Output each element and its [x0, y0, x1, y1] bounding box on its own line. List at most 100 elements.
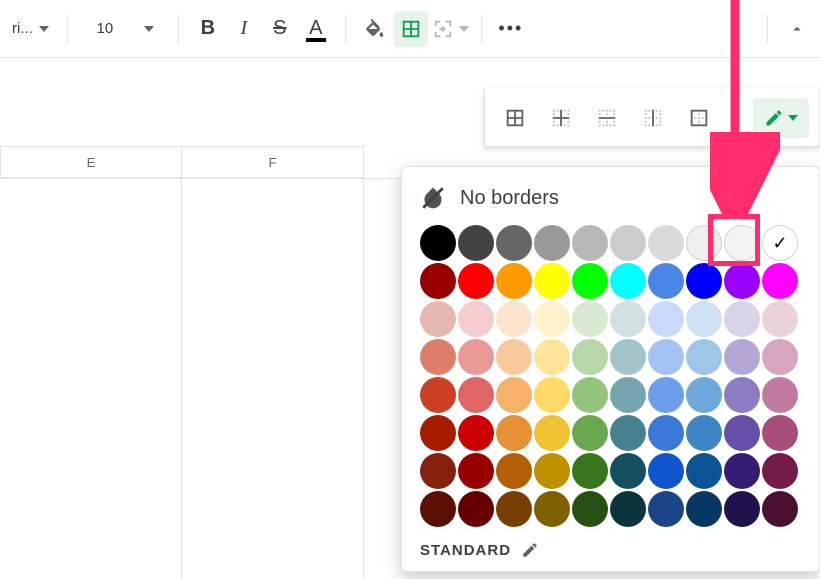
color-swatch[interactable]: [420, 491, 456, 527]
color-swatch[interactable]: [724, 263, 760, 299]
color-swatch[interactable]: [762, 301, 798, 337]
color-swatch[interactable]: [458, 453, 494, 489]
color-swatch[interactable]: [724, 225, 760, 261]
column-header[interactable]: E: [0, 146, 182, 178]
color-swatch[interactable]: [496, 377, 532, 413]
color-swatch[interactable]: [648, 415, 684, 451]
color-swatch[interactable]: [762, 339, 798, 375]
color-swatch[interactable]: [572, 453, 608, 489]
color-swatch[interactable]: [724, 453, 760, 489]
font-size-dropdown[interactable]: [132, 11, 166, 47]
color-swatch[interactable]: [420, 453, 456, 489]
borders-button[interactable]: [394, 11, 428, 47]
fill-color-button[interactable]: [358, 11, 392, 47]
color-swatch[interactable]: [610, 263, 646, 299]
color-swatch[interactable]: [458, 377, 494, 413]
color-swatch[interactable]: [572, 339, 608, 375]
color-swatch[interactable]: [534, 301, 570, 337]
color-swatch[interactable]: [496, 453, 532, 489]
color-swatch[interactable]: [686, 339, 722, 375]
color-swatch[interactable]: [420, 301, 456, 337]
color-swatch[interactable]: [420, 415, 456, 451]
color-swatch[interactable]: [686, 225, 722, 261]
collapse-button[interactable]: [780, 11, 814, 47]
color-swatch[interactable]: [572, 301, 608, 337]
color-swatch[interactable]: ✓: [762, 225, 798, 261]
color-swatch[interactable]: [762, 377, 798, 413]
color-swatch[interactable]: [610, 225, 646, 261]
reset-color-icon[interactable]: [420, 185, 446, 211]
color-swatch[interactable]: [610, 415, 646, 451]
color-swatch[interactable]: [496, 415, 532, 451]
bold-button[interactable]: B: [191, 11, 225, 47]
color-swatch[interactable]: [648, 301, 684, 337]
color-swatch[interactable]: [610, 491, 646, 527]
color-swatch[interactable]: [496, 491, 532, 527]
color-swatch[interactable]: [572, 415, 608, 451]
color-swatch[interactable]: [762, 415, 798, 451]
color-swatch[interactable]: [496, 225, 532, 261]
color-swatch[interactable]: [458, 225, 494, 261]
color-swatch[interactable]: [610, 453, 646, 489]
color-swatch[interactable]: [686, 415, 722, 451]
color-swatch[interactable]: [762, 491, 798, 527]
border-all-button[interactable]: [495, 98, 535, 138]
border-outer-button[interactable]: [679, 98, 719, 138]
color-swatch[interactable]: [572, 225, 608, 261]
color-swatch[interactable]: [458, 263, 494, 299]
font-family-dropdown[interactable]: ri...: [6, 11, 55, 47]
color-swatch[interactable]: [610, 339, 646, 375]
color-swatch[interactable]: [724, 377, 760, 413]
color-swatch[interactable]: [648, 491, 684, 527]
color-swatch[interactable]: [572, 377, 608, 413]
border-horizontal-button[interactable]: [587, 98, 627, 138]
strikethrough-button[interactable]: S: [263, 11, 297, 47]
color-swatch[interactable]: [648, 453, 684, 489]
color-swatch[interactable]: [572, 491, 608, 527]
color-swatch[interactable]: [686, 453, 722, 489]
color-swatch[interactable]: [534, 225, 570, 261]
column-header[interactable]: F: [182, 146, 364, 178]
color-swatch[interactable]: [686, 301, 722, 337]
color-swatch[interactable]: [458, 415, 494, 451]
color-swatch[interactable]: [534, 415, 570, 451]
color-swatch[interactable]: [648, 377, 684, 413]
merge-cells-button[interactable]: [430, 11, 469, 47]
color-swatch[interactable]: [458, 339, 494, 375]
color-swatch[interactable]: [648, 225, 684, 261]
color-swatch[interactable]: [420, 263, 456, 299]
font-size-input[interactable]: 10: [80, 14, 130, 44]
pencil-icon[interactable]: [521, 541, 539, 559]
border-inner-button[interactable]: [541, 98, 581, 138]
color-swatch[interactable]: [724, 301, 760, 337]
color-swatch[interactable]: [534, 491, 570, 527]
color-swatch[interactable]: [724, 339, 760, 375]
color-swatch[interactable]: [724, 415, 760, 451]
color-swatch[interactable]: [648, 339, 684, 375]
italic-button[interactable]: I: [227, 11, 261, 47]
color-swatch[interactable]: [458, 491, 494, 527]
color-swatch[interactable]: [724, 491, 760, 527]
color-swatch[interactable]: [534, 263, 570, 299]
color-swatch[interactable]: [420, 377, 456, 413]
color-swatch[interactable]: [610, 377, 646, 413]
color-swatch[interactable]: [534, 453, 570, 489]
color-swatch[interactable]: [686, 263, 722, 299]
color-swatch[interactable]: [534, 377, 570, 413]
more-button[interactable]: •••: [494, 11, 528, 47]
border-color-button[interactable]: [753, 98, 809, 138]
color-swatch[interactable]: [496, 263, 532, 299]
color-swatch[interactable]: [572, 263, 608, 299]
color-swatch[interactable]: [762, 263, 798, 299]
color-swatch[interactable]: [762, 453, 798, 489]
color-swatch[interactable]: [534, 339, 570, 375]
border-vertical-button[interactable]: [633, 98, 673, 138]
color-swatch[interactable]: [420, 225, 456, 261]
color-swatch[interactable]: [420, 339, 456, 375]
text-color-button[interactable]: A: [299, 11, 333, 47]
color-swatch[interactable]: [496, 301, 532, 337]
color-swatch[interactable]: [686, 377, 722, 413]
color-swatch[interactable]: [610, 301, 646, 337]
color-swatch[interactable]: [458, 301, 494, 337]
color-swatch[interactable]: [686, 491, 722, 527]
